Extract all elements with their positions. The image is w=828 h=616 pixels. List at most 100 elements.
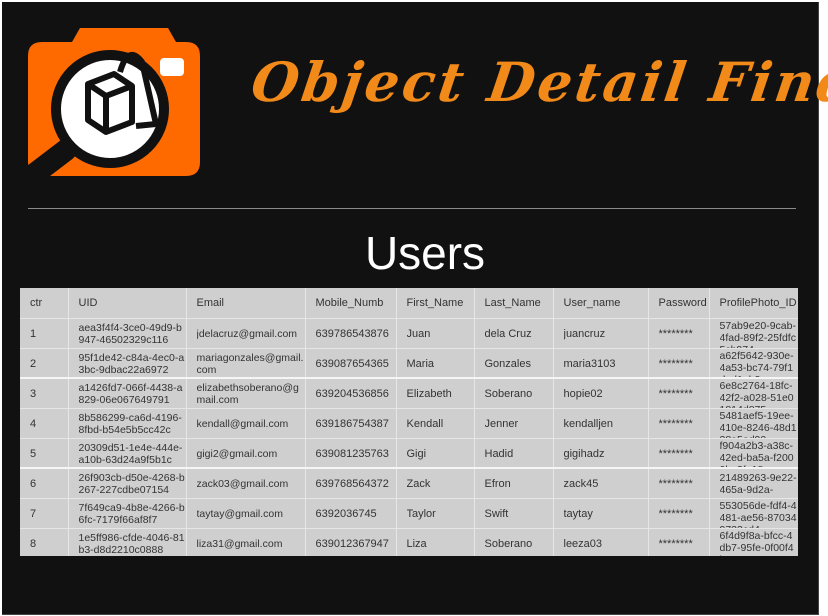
cell-text: gigihadz — [563, 447, 605, 460]
cell-text: 639768564372 — [315, 477, 389, 490]
cell-text: dela Cruz — [484, 327, 532, 340]
cell-text: Swift — [484, 507, 509, 520]
cell-email: kendall@gmail.com — [186, 408, 306, 439]
cell-text: 57ab9e20-9cab-4fad-89f2-25fdfc5cb974 — [719, 319, 796, 348]
cell-uid: 20309d51-1e4e-444e-a10b-63d24a9f5b1c — [68, 438, 187, 469]
cell-text: Gonzales — [484, 357, 531, 370]
cell-password: ******** — [648, 438, 710, 469]
cell-text: aea3f4f4-3ce0-49d9-b947-46502329c116 — [78, 321, 182, 346]
cell-text: 553056de-fdf4-4481-ae56-870349733cd4 — [719, 499, 797, 528]
cell-ctr: 5 — [20, 438, 69, 469]
cell-first-name: Zack — [396, 468, 475, 499]
table-header-row: ctr UID Email Mobile_Numb First_Name Las… — [20, 288, 798, 319]
cell-text: 639012367947 — [315, 537, 389, 550]
cell-ctr: 2 — [20, 348, 69, 379]
cell-last-name: Jenner — [474, 408, 554, 439]
table-row[interactable]: 6 26f903cb-d50e-4268-b267-227cdbe07154 zac… — [20, 468, 798, 499]
cell-profile-photo-id: 553056de-fdf4-4481-ae56-870349733cd4 — [709, 498, 798, 529]
cell-mobile: 639186754387 — [305, 408, 397, 439]
cell-text: 639186754387 — [315, 417, 389, 430]
cell-text: Liza — [406, 537, 427, 550]
cell-uid: 8b586299-ca6d-4196-8fbd-b54e5b5cc42c — [68, 408, 187, 439]
cell-password: ******** — [648, 318, 710, 349]
cell-text: 6392036745 — [315, 507, 377, 520]
cell-text: ******** — [658, 537, 693, 550]
cell-text: ******** — [658, 357, 693, 370]
cell-text: 8 — [30, 537, 37, 550]
cell-text: Juan — [406, 327, 431, 340]
cell-username: taytay — [553, 498, 649, 529]
column-header-email: Email — [186, 288, 306, 319]
column-header-ctr: ctr — [20, 288, 69, 319]
table-row[interactable]: 2 95f1de42-c84a-4ec0-a3bc-9dbac22a6972 mar… — [20, 348, 798, 379]
cell-text: jdelacruz@gmail.com — [196, 327, 298, 340]
cell-password: ******** — [648, 498, 710, 529]
cell-ctr: 1 — [20, 318, 69, 349]
cell-password: ******** — [648, 408, 710, 439]
cell-text: 26f903cb-d50e-4268-b267-227cdbe07154 — [78, 471, 185, 496]
cell-first-name: Juan — [396, 318, 475, 349]
cell-profile-photo-id: a62f5642-930e-4a53-bc74-79f1ded1eb3c — [709, 348, 798, 379]
cell-text: taytay@gmail.com — [196, 507, 284, 520]
row-highlight-line — [20, 377, 798, 379]
cell-text: 5481aef5-19ee-410e-8246-48d138a5ed90 — [719, 409, 797, 438]
cell-text: ******** — [658, 417, 693, 430]
cell-text: zack03@gmail.com — [196, 477, 289, 490]
cell-mobile: 639768564372 — [305, 468, 397, 499]
cell-ctr: 6 — [20, 468, 69, 499]
cell-text: mariagonzales@gmail.com — [196, 351, 304, 376]
table-row[interactable]: 3 a1426fd7-066f-4438-a829-06e067649791 eli… — [20, 378, 798, 409]
app-title: Object Detail Finder — [247, 50, 828, 114]
table-row[interactable]: 7 7f649ca9-4b8e-4266-b6fc-7179f66af8f7 tay… — [20, 498, 798, 529]
cell-text: 639786543876 — [315, 327, 389, 340]
cell-text: 639081235763 — [315, 447, 389, 460]
cell-profile-photo-id: 57ab9e20-9cab-4fad-89f2-25fdfc5cb974 — [709, 318, 798, 349]
cell-password: ******** — [648, 468, 710, 499]
cell-text: 6f4d9f8a-bfcc-4db7-95fe-0f00f4b858a6 — [719, 529, 794, 557]
cell-text: ******** — [658, 477, 693, 490]
cell-email: elizabethsoberano@gmail.com — [186, 378, 306, 409]
cell-text: 639087654365 — [315, 357, 389, 370]
cell-text: Soberano — [484, 387, 533, 400]
cell-text: Zack — [406, 477, 431, 490]
cell-username: zack45 — [553, 468, 649, 499]
cell-uid: a1426fd7-066f-4438-a829-06e067649791 — [68, 378, 187, 409]
cell-ctr: 3 — [20, 378, 69, 409]
table-body: 1 aea3f4f4-3ce0-49d9-b947-46502329c116 jde… — [20, 318, 798, 557]
cell-ctr: 8 — [20, 528, 69, 556]
cell-text: leeza03 — [563, 537, 603, 550]
cell-text: ******** — [658, 327, 693, 340]
table-row[interactable]: 8 1e5ff986-cfde-4046-81b3-d8d2210c0888 liz… — [20, 528, 798, 557]
cell-text: Gigi — [406, 447, 427, 460]
column-header-profile-photo-id: ProfilePhoto_ID — [709, 288, 798, 319]
cell-profile-photo-id: 6e8c2764-18fc-42f2-a028-51e01814d875 — [709, 378, 798, 409]
cell-email: jdelacruz@gmail.com — [186, 318, 306, 349]
cell-text: hopie02 — [563, 387, 603, 400]
cell-text: zack45 — [563, 477, 599, 490]
table-row[interactable]: 5 20309d51-1e4e-444e-a10b-63d24a9f5b1c gig… — [20, 438, 798, 469]
header-divider — [28, 208, 796, 209]
column-header-uid: UID — [68, 288, 187, 319]
cell-text: a62f5642-930e-4a53-bc74-79f1ded1eb3c — [719, 349, 794, 378]
cell-text: Taylor — [406, 507, 436, 520]
cell-uid: 95f1de42-c84a-4ec0-a3bc-9dbac22a6972 — [68, 348, 187, 379]
cell-text: 7f649ca9-4b8e-4266-b6fc-7179f66af8f7 — [78, 501, 185, 526]
cell-text: elizabethsoberano@gmail.com — [196, 381, 299, 406]
cell-mobile: 639204536856 — [305, 378, 397, 409]
cell-username: juancruz — [553, 318, 649, 349]
cell-password: ******** — [648, 348, 710, 379]
cell-text: ******** — [658, 507, 693, 520]
cell-text: juancruz — [563, 327, 606, 340]
table-row[interactable]: 4 8b586299-ca6d-4196-8fbd-b54e5b5cc42c ken… — [20, 408, 798, 439]
cell-text: 5 — [30, 447, 37, 460]
table-row[interactable]: 1 aea3f4f4-3ce0-49d9-b947-46502329c116 jde… — [20, 318, 798, 349]
cell-mobile: 639081235763 — [305, 438, 397, 469]
cell-mobile: 639786543876 — [305, 318, 397, 349]
cell-text: 21489263-9e22-465a-9d2a- — [719, 471, 797, 496]
cell-username: gigihadz — [553, 438, 649, 469]
cell-text: 20309d51-1e4e-444e-a10b-63d24a9f5b1c — [78, 441, 183, 466]
cell-text: 95f1de42-c84a-4ec0-a3bc-9dbac22a6972 — [78, 351, 185, 376]
cell-text: 7 — [30, 507, 37, 520]
cell-text: Elizabeth — [406, 387, 452, 400]
cell-text: 4 — [30, 417, 37, 430]
